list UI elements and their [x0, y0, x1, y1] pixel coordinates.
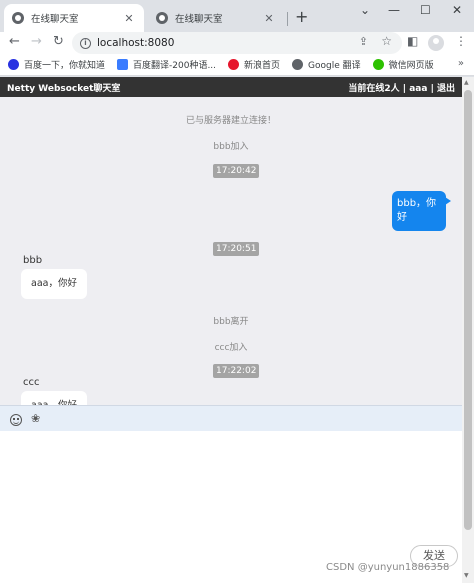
timestamp: 17:22:02	[213, 364, 260, 378]
chat-header: Netty Websocket聊天室 当前在线2人 | aaa | 退出	[0, 77, 462, 97]
maximize-icon[interactable]: ☐	[420, 3, 431, 17]
chat-messages: 已与服务器建立连接！ bbb加入 17:20:42 bbb，你好 17:20:5…	[0, 97, 462, 405]
bookmark-baidu[interactable]: 百度一下，你就知道	[8, 58, 105, 71]
tab-divider	[287, 12, 288, 26]
profile-avatar-icon[interactable]	[428, 35, 444, 51]
back-icon[interactable]: ←	[9, 34, 20, 49]
my-message-bubble: bbb，你好	[392, 191, 451, 231]
tab-close-icon[interactable]: ✕	[262, 12, 276, 25]
minimize-icon[interactable]: —	[388, 3, 400, 17]
browser-toolbar: ← → ↻ i localhost:8080 ⇪ ☆ ◧ ⋮	[0, 32, 474, 54]
tab-chatroom-active[interactable]: 在线聊天室 ✕	[4, 4, 144, 32]
online-status[interactable]: 当前在线2人 | aaa | 退出	[348, 81, 455, 94]
timestamp: 17:20:51	[213, 242, 260, 256]
globe-icon	[156, 12, 168, 24]
bookmarks-more-icon[interactable]: »	[458, 58, 464, 69]
tab-title: 在线聊天室	[31, 14, 79, 25]
sina-weibo-icon	[228, 59, 240, 70]
scrollbar-thumb[interactable]	[464, 90, 472, 530]
bookmark-sina[interactable]: 新浪首页	[228, 58, 280, 71]
wechat-icon	[372, 59, 384, 70]
menu-icon[interactable]: ⋮	[455, 34, 467, 48]
system-message: 已与服务器建立连接！	[185, 116, 276, 126]
bookmark-star-icon[interactable]: ☆	[381, 34, 392, 48]
system-message: bbb加入	[213, 142, 249, 152]
csdn-watermark: CSDN @yunyun1886358	[326, 562, 450, 573]
emoji-icon[interactable]	[10, 414, 22, 426]
globe-icon	[292, 59, 304, 70]
address-bar[interactable]: i localhost:8080 ⇪ ☆	[72, 32, 402, 54]
timestamp: 17:20:42	[213, 164, 260, 178]
bookmarks-bar: 百度一下，你就知道 百度翻译-200种语... 新浪首页 Google 翻译 微…	[0, 54, 474, 76]
input-toolbar: ❀	[0, 405, 462, 431]
scroll-up-icon[interactable]: ▲	[464, 79, 469, 86]
bookmark-label: 新浪首页	[244, 61, 281, 71]
bookmark-label: Google 翻译	[308, 61, 361, 71]
sender-name: ccc	[23, 377, 40, 388]
tab-close-icon[interactable]: ✕	[122, 12, 136, 25]
tab-chatroom[interactable]: 在线聊天室 ✕	[148, 4, 284, 32]
system-message: ccc加入	[214, 343, 248, 353]
reload-icon[interactable]: ↻	[53, 34, 64, 49]
forward-icon[interactable]: →	[31, 34, 42, 49]
bookmark-label: 微信网页版	[388, 61, 434, 71]
bookmark-google-translate[interactable]: Google 翻译	[292, 58, 361, 71]
sender-name: bbb	[23, 255, 43, 266]
scroll-down-icon[interactable]: ▼	[464, 572, 469, 579]
system-message: bbb离开	[213, 317, 249, 327]
site-info-icon[interactable]: i	[80, 37, 91, 49]
sidebar-icon[interactable]: ◧	[407, 34, 418, 48]
received-message-bubble: aaa，你好	[21, 269, 87, 299]
bookmark-baidu-translate[interactable]: 百度翻译-200种语...	[117, 58, 216, 71]
new-tab-icon[interactable]: +	[295, 7, 308, 26]
flower-icon[interactable]: ❀	[31, 412, 40, 425]
received-message-bubble: aaa，你好	[21, 391, 87, 405]
baidu-paw-icon	[8, 59, 19, 70]
share-icon[interactable]: ⇪	[359, 35, 368, 48]
tab-strip: 在线聊天室 ✕ 在线聊天室 ✕ + ⌄ — ☐ ✕	[0, 0, 474, 32]
bookmark-label: 百度一下，你就知道	[24, 61, 106, 71]
address-url[interactable]: localhost:8080	[97, 37, 174, 49]
translate-icon	[117, 59, 129, 70]
bookmark-label: 百度翻译-200种语...	[133, 61, 217, 71]
chat-title: Netty Websocket聊天室	[7, 83, 121, 94]
message-input[interactable]	[0, 431, 462, 583]
tab-title: 在线聊天室	[175, 14, 223, 25]
bookmark-wechat[interactable]: 微信网页版	[372, 58, 434, 71]
window-close-icon[interactable]: ✕	[452, 3, 462, 17]
globe-icon	[12, 12, 24, 24]
tab-search-icon[interactable]: ⌄	[360, 3, 370, 17]
